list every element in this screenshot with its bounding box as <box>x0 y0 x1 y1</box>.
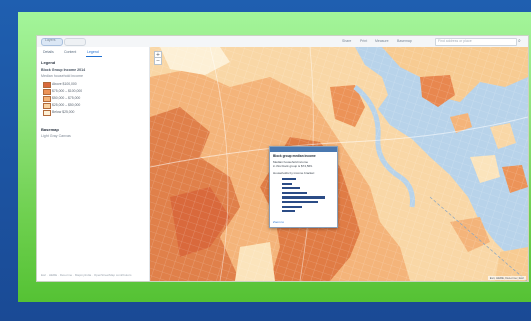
legend-swatch-5 <box>43 110 51 116</box>
legend-heading: Legend <box>41 60 56 65</box>
popup-bar <box>282 196 325 199</box>
legend-swatch-1 <box>43 82 51 88</box>
popup-bar-chart <box>270 178 337 218</box>
popup-title: Block group median income <box>273 154 316 158</box>
layer-subtitle: Median household income <box>41 74 83 78</box>
popup-bar <box>282 178 296 181</box>
sidebar-footer: Esri · HERE · DeLorme · MapmyIndia · Ope… <box>41 273 132 277</box>
secondary-tab-button[interactable] <box>64 38 86 46</box>
slide-background: Layers Share Print Measure Basemap Find … <box>0 0 531 321</box>
popup-line-3: Households by income bracket: <box>273 171 315 175</box>
feature-popup: Block group median income Median househo… <box>269 146 338 228</box>
map-viewer-window: Layers Share Print Measure Basemap Find … <box>37 36 528 281</box>
layer-title: Block Group Income 2014 <box>41 68 86 72</box>
search-placeholder: Find address or place <box>438 39 472 43</box>
map-attribution: Esri, HERE, DeLorme | Esri <box>487 276 526 280</box>
popup-bar <box>282 205 303 208</box>
popup-bar <box>282 201 318 204</box>
map-canvas[interactable]: + − Esri, HERE, DeLorme | Esri <box>150 47 528 281</box>
active-tab-underline <box>86 56 102 57</box>
toolbar-share[interactable]: Share <box>342 39 351 43</box>
zoom-out-button[interactable]: − <box>154 57 162 65</box>
popup-header <box>270 147 337 152</box>
popup-bar <box>282 210 295 213</box>
popup-bar <box>282 182 292 185</box>
basemap-name: Light Gray Canvas <box>41 134 71 138</box>
legend-label-5: Below $25,000 <box>52 110 75 114</box>
legend-label-3: $50,000 – $75,000 <box>52 96 81 100</box>
sidebar-tabs: Details Content Legend <box>40 49 146 57</box>
layers-tab-label: Layers <box>45 38 56 42</box>
toolbar-measure[interactable]: Measure <box>375 39 389 43</box>
legend-swatch-3 <box>43 96 51 102</box>
popup-line-2: in this block group is $74,569. <box>273 164 313 168</box>
legend-swatch-4 <box>43 103 51 109</box>
choropleth-map <box>150 47 528 281</box>
tab-content[interactable]: Content <box>64 50 76 55</box>
popup-bar <box>282 187 300 190</box>
legend-sidebar: Details Content Legend Legend Block Grou… <box>37 47 150 281</box>
popup-zoom-link[interactable]: Zoom to <box>273 220 284 224</box>
tab-legend[interactable]: Legend <box>87 50 99 55</box>
toolbar-basemap[interactable]: Basemap <box>397 39 412 43</box>
legend-swatch-2 <box>43 89 51 95</box>
popup-bar <box>282 191 307 194</box>
legend-label-4: $25,000 – $50,000 <box>52 103 81 107</box>
search-icon[interactable]: ⌕ <box>518 38 521 44</box>
toolbar-print[interactable]: Print <box>360 39 367 43</box>
legend-label-1: Above $100,000 <box>52 82 77 86</box>
tab-details[interactable]: Details <box>43 50 54 55</box>
basemap-heading: Basemap <box>41 127 59 132</box>
legend-label-2: $75,000 – $100,000 <box>52 89 83 93</box>
